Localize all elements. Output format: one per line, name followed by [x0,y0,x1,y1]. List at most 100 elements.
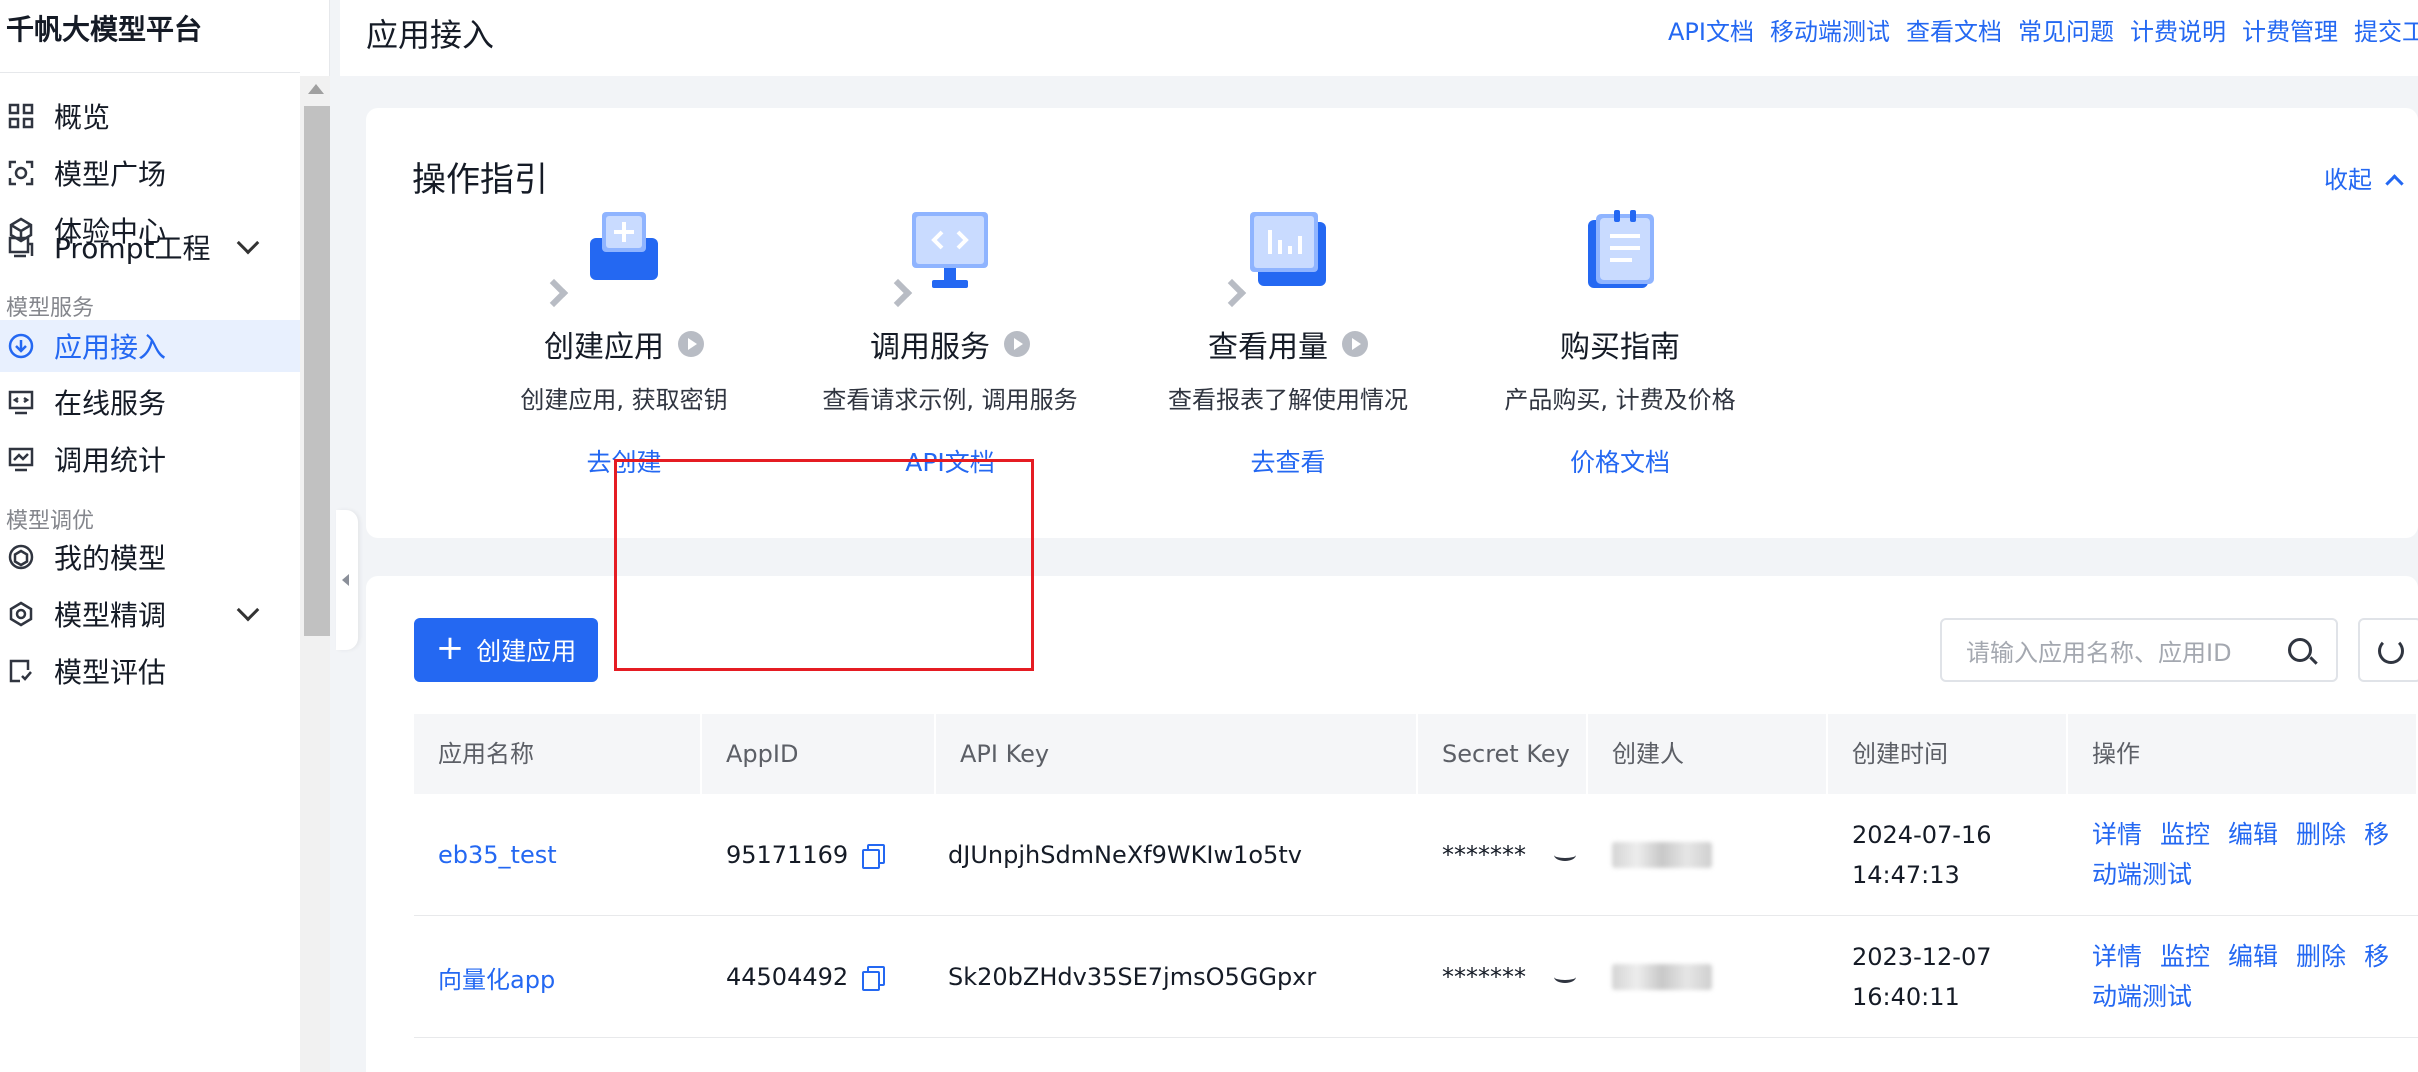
step-desc: 创建应用, 获取密钥 [520,386,728,414]
play-icon[interactable] [1004,331,1030,357]
refresh-button[interactable] [2358,618,2418,682]
play-icon[interactable] [678,331,704,357]
header-link-billing-manage[interactable]: 计费管理 [2242,12,2338,47]
column-header: 创建人 [1588,714,1828,794]
step-title: 购买指南 [1560,330,1680,365]
creator-blurred [1612,842,1712,868]
sidebar-item-label: 我的模型 [54,542,167,575]
search-icon[interactable] [2288,638,2312,662]
sidebar-item-label: Prompt工程 [54,232,211,265]
buy-guide-illustration-icon [1578,208,1662,292]
eye-closed-icon[interactable] [1554,971,1576,983]
secret-key: ******* [1442,963,1526,991]
chevron-down-icon [236,598,260,622]
header-links: API文档 移动端测试 查看文档 常见问题 计费说明 计费管理 提交工 [1668,12,2418,47]
action-mobile-test-cont[interactable]: 动端测试 [2092,860,2192,889]
guide-title: 操作指引 [412,160,548,200]
api-key: Sk20bZHdv35SE7jmsO5GGpxr [948,963,1317,991]
app-id: 95171169 [726,841,849,869]
header-link-api-docs[interactable]: API文档 [1668,12,1754,47]
created-time: 16:40:11 [1852,983,1960,1011]
eye-closed-icon[interactable] [1554,849,1576,861]
sidebar-item-evaluate[interactable]: 模型评估 [0,631,300,711]
my-model-icon [8,544,34,570]
online-service-icon [8,389,34,415]
scroll-up-arrow-icon[interactable] [308,84,324,94]
finetune-icon [8,601,34,627]
sidebar-collapse-handle[interactable] [336,510,358,650]
sidebar-item-label: 在线服务 [54,387,167,420]
scrollbar-thumb[interactable] [304,106,330,636]
search-input[interactable]: 请输入应用名称、应用ID [1940,618,2338,682]
app-name-link[interactable]: eb35_test [438,841,557,869]
action-mobile-test-cont[interactable]: 动端测试 [2092,982,2192,1011]
sidebar-item-label: 模型精调 [54,599,167,632]
prompt-icon [8,234,34,260]
column-header: API Key [936,714,1418,794]
chevron-down-icon [236,231,260,255]
stats-icon [8,446,34,472]
header: 应用接入 API文档 移动端测试 查看文档 常见问题 计费说明 计费管理 提交工 [340,0,2418,76]
secret-key: ******* [1442,841,1526,869]
action-edit[interactable]: 编辑 [2228,820,2278,849]
sidebar-item-label: 调用统计 [54,444,167,477]
sidebar-item-stats[interactable]: 调用统计 [0,419,300,499]
sidebar: 千帆大模型平台 概览 模型广场 体验中心 Prompt工程 模型服务 应用接入 [0,0,330,1072]
section-label: 模型服务 [6,296,95,321]
header-link-faq[interactable]: 常见问题 [2018,12,2114,47]
create-app-button[interactable]: + 创建应用 [414,618,598,682]
action-mobile-test[interactable]: 移 [2364,942,2389,971]
grid-icon [8,103,34,129]
column-header: 应用名称 [414,714,702,794]
copy-icon[interactable] [862,966,886,991]
table-row: eb35_test 95171169 dJUnpjhSdmNeXf9WKIw1o… [414,794,2418,916]
app-table: 应用名称 AppID API Key Secret Key 创建人 创建时间 操… [414,714,2418,1038]
guide-step-view-usage: 查看用量 查看报表了解使用情况 去查看 [1108,208,1468,479]
table-header: 应用名称 AppID API Key Secret Key 创建人 创建时间 操… [414,714,2418,794]
chevron-up-icon [2385,174,2404,193]
row-actions: 详情 监控 编辑 删除移动端测试 [2092,937,2392,1017]
step-link-price-docs[interactable]: 价格文档 [1440,443,1800,479]
created-time: 14:47:13 [1852,861,1960,889]
action-delete[interactable]: 删除 [2296,820,2346,849]
create-app-illustration-icon [582,208,666,292]
sidebar-item-label: 概览 [54,101,111,134]
app-name-link[interactable]: 向量化app [438,960,555,995]
create-app-label: 创建应用 [476,637,577,666]
copy-icon[interactable] [862,844,886,869]
action-monitor[interactable]: 监控 [2160,942,2210,971]
header-link-submit-ticket[interactable]: 提交工 [2354,12,2418,47]
created-date: 2023-12-07 [1852,943,1992,971]
guide-step-call-service: 调用服务 查看请求示例, 调用服务 API文档 [770,208,1130,479]
column-header: 操作 [2068,714,2418,794]
sidebar-item-label: 应用接入 [54,331,167,364]
app-access-icon [8,333,34,359]
collapse-link[interactable]: 收起 [2324,160,2404,195]
app-id: 44504492 [726,963,849,991]
step-title: 创建应用 [544,330,664,365]
action-mobile-test[interactable]: 移 [2364,820,2389,849]
column-header: Secret Key [1418,714,1588,794]
action-details[interactable]: 详情 [2092,820,2142,849]
view-usage-illustration-icon [1246,208,1330,292]
action-edit[interactable]: 编辑 [2228,942,2278,971]
step-link-view[interactable]: 去查看 [1108,443,1468,479]
highlight-box [614,459,1034,671]
step-desc: 产品购买, 计费及价格 [1504,386,1736,414]
action-details[interactable]: 详情 [2092,942,2142,971]
sidebar-item-prompt[interactable]: Prompt工程 [0,207,300,287]
table-row: 向量化app 44504492 Sk20bZHdv35SE7jmsO5GGpxr… [414,916,2418,1038]
header-link-mobile-test[interactable]: 移动端测试 [1770,12,1890,47]
page-title: 应用接入 [366,16,495,54]
step-desc: 查看报表了解使用情况 [1168,386,1408,414]
creator-blurred [1612,964,1712,990]
action-monitor[interactable]: 监控 [2160,820,2210,849]
header-link-view-docs[interactable]: 查看文档 [1906,12,2002,47]
play-icon[interactable] [1342,331,1368,357]
refresh-icon [2378,638,2404,664]
model-square-icon [8,160,34,186]
step-desc: 查看请求示例, 调用服务 [822,386,1078,414]
action-delete[interactable]: 删除 [2296,942,2346,971]
step-title: 调用服务 [870,330,990,365]
header-link-billing-info[interactable]: 计费说明 [2130,12,2226,47]
